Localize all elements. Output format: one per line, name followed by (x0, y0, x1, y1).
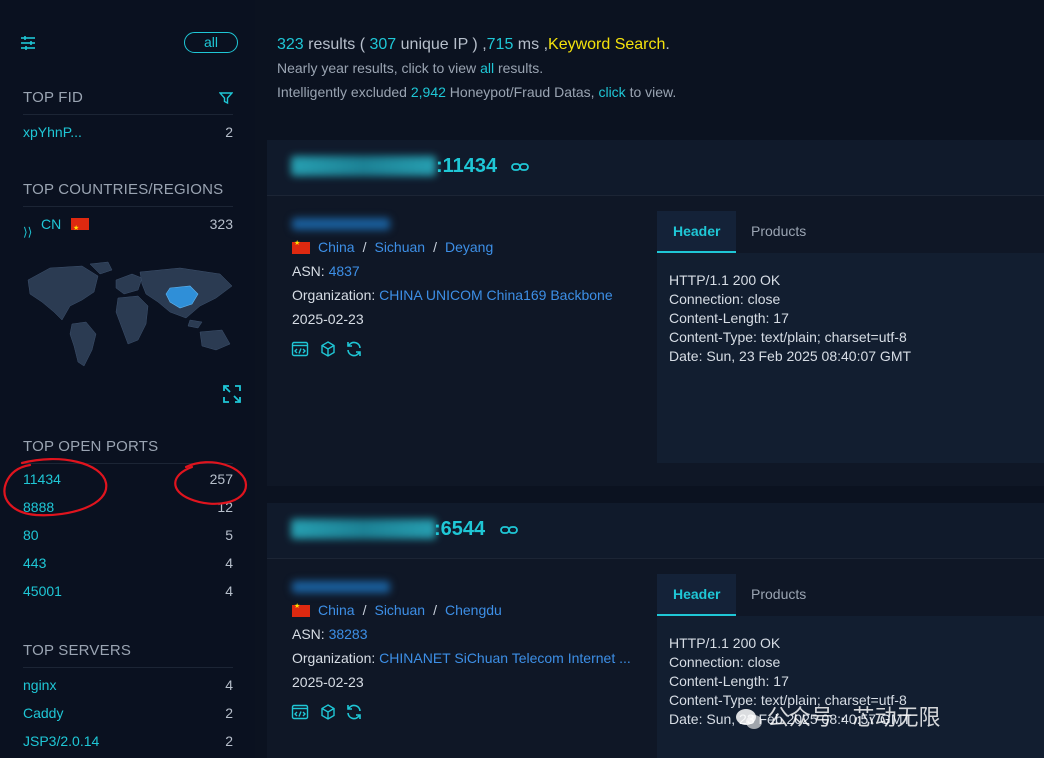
funnel-icon[interactable] (218, 91, 234, 105)
result-date: 2025-02-23 (292, 674, 364, 690)
result-card-body: China/Sichuan/Deyang ASN: 4837 Organizat… (267, 196, 1044, 486)
result-card-header: :11434 (267, 140, 1044, 196)
list-item[interactable]: ⟩⟩ CN 323 (23, 210, 233, 243)
refresh-icon[interactable] (345, 340, 363, 358)
asn: ASN: 4837 (292, 263, 360, 279)
cube-icon[interactable] (319, 703, 337, 721)
result-card: :11434 China/Sichuan/Deyang ASN: 4837 Or… (267, 140, 1044, 486)
tab-header[interactable]: Header (657, 574, 737, 616)
list-item[interactable]: xpYhnP... 2 (23, 118, 233, 146)
link-icon[interactable] (500, 523, 518, 537)
summary-line: 323 results ( 307 unique IP ) ,715 ms ,K… (277, 36, 670, 53)
location: China/Sichuan/Deyang (292, 239, 493, 255)
top-servers-heading: TOP SERVERS (23, 642, 233, 668)
code-icon[interactable] (291, 340, 309, 358)
list-item[interactable]: 443 4 (23, 549, 233, 577)
asn: ASN: 38283 (292, 626, 368, 642)
summary-honeypot-line: Intelligently excluded 2,942 Honeypot/Fr… (277, 84, 677, 100)
blurred-ip-address[interactable] (291, 156, 436, 176)
link-icon[interactable] (511, 160, 529, 174)
blurred-host (292, 218, 390, 230)
summary-year-line: Nearly year results, click to view all r… (277, 60, 544, 76)
top-ports-heading: TOP OPEN PORTS (23, 438, 233, 464)
organization: Organization: CHINA UNICOM China169 Back… (292, 287, 613, 303)
china-flag-icon (71, 215, 89, 243)
filter-sliders-icon[interactable] (20, 35, 36, 51)
top-ports-section: TOP OPEN PORTS 11434 257 8888 12 80 5 443 4 … (23, 438, 233, 605)
top-fid-heading: TOP FID (23, 89, 234, 115)
world-map[interactable] (20, 258, 240, 373)
wechat-icon (735, 708, 763, 730)
organization: Organization: CHINANET SiChuan Telecom I… (292, 650, 631, 666)
list-item[interactable]: 80 5 (23, 521, 233, 549)
tab-products[interactable]: Products (735, 574, 822, 616)
top-countries-heading: TOP COUNTRIES/REGIONS (23, 181, 233, 207)
http-header-text: HTTP/1.1 200 OK Connection: close Conten… (657, 616, 1044, 758)
double-chevron-right-icon[interactable]: ⟩⟩ (23, 218, 32, 246)
list-item[interactable]: 8888 12 (23, 493, 233, 521)
china-flag-icon (292, 602, 310, 618)
top-fid-section: TOP FID xpYhnP... 2 (23, 89, 234, 146)
refresh-icon[interactable] (345, 703, 363, 721)
sidebar: all TOP FID xpYhnP... 2 TOP COUNTRIES/RE… (0, 0, 255, 758)
blurred-ip-address[interactable] (291, 519, 436, 539)
code-icon[interactable] (291, 703, 309, 721)
http-header-text: HTTP/1.1 200 OK Connection: close Conten… (657, 253, 1044, 463)
result-card-header: :6544 (267, 503, 1044, 559)
response-tabs: Header Products (657, 211, 1044, 253)
results-summary: 323 results ( 307 unique IP ) ,715 ms ,K… (277, 36, 676, 100)
list-item[interactable]: 11434 257 (23, 465, 233, 493)
list-item[interactable]: nginx 4 (23, 671, 233, 699)
response-tabs: Header Products (657, 574, 1044, 616)
expand-icon[interactable] (222, 384, 242, 404)
tab-header[interactable]: Header (657, 211, 737, 253)
all-button[interactable]: all (184, 32, 238, 53)
top-servers-section: TOP SERVERS nginx 4 Caddy 2 JSP3/2.0.14 2 (23, 642, 233, 755)
result-port[interactable]: :6544 (434, 518, 485, 541)
response-panel: Header Products HTTP/1.1 200 OK Connecti… (657, 211, 1044, 463)
list-item[interactable]: 45001 4 (23, 577, 233, 605)
sidebar-toolbar: all (20, 32, 238, 54)
cube-icon[interactable] (319, 340, 337, 358)
china-flag-icon (292, 239, 310, 255)
result-port[interactable]: :11434 (436, 155, 497, 178)
tab-products[interactable]: Products (735, 211, 822, 253)
watermark: 公众号 · 芯动无限 (735, 700, 941, 732)
view-excluded-link[interactable]: click (598, 84, 625, 100)
location: China/Sichuan/Chengdu (292, 602, 502, 618)
blurred-host (292, 581, 390, 593)
view-all-link[interactable]: all (480, 60, 494, 76)
result-date: 2025-02-23 (292, 311, 364, 327)
list-item[interactable]: JSP3/2.0.14 2 (23, 727, 233, 755)
top-countries-section: TOP COUNTRIES/REGIONS ⟩⟩ CN 323 (23, 181, 233, 243)
list-item[interactable]: Caddy 2 (23, 699, 233, 727)
